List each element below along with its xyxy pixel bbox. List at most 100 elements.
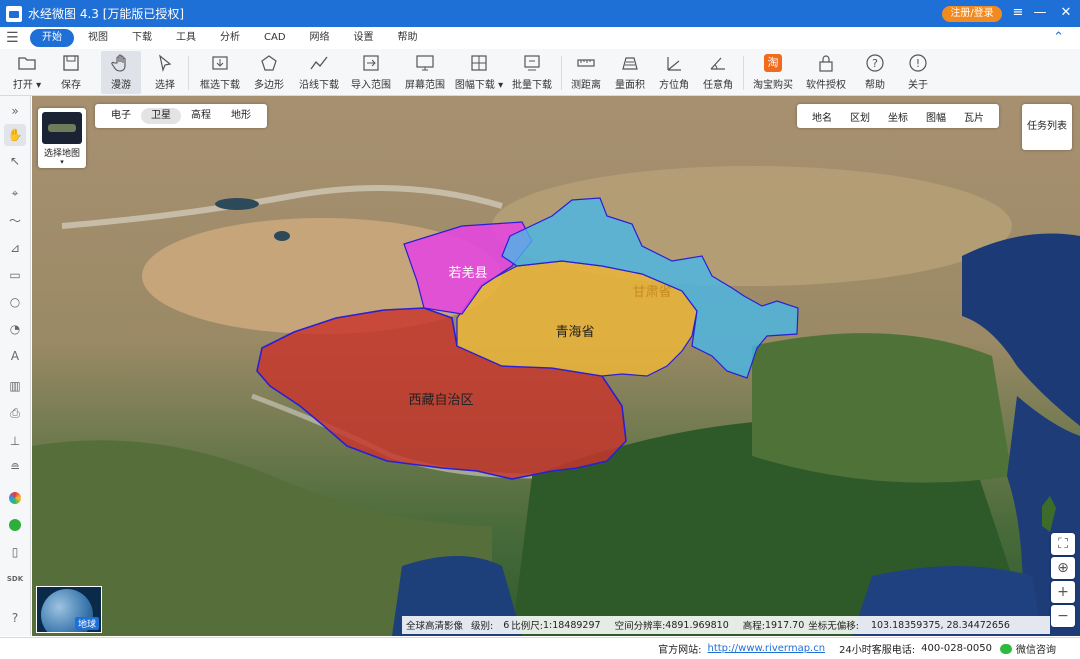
ribbon-toolbar: 打开 ▾ 保存 漫游 选择 框选下载 多边形 沿线下载 导入范围 屏幕范围 图幅…: [0, 49, 1080, 96]
batch-download-label: 批量下载: [512, 80, 552, 91]
polygon-download-button[interactable]: 多边形: [252, 51, 286, 94]
overlay-toggles: 地名 区划 坐标 图幅 瓦片: [797, 104, 999, 128]
layer-icon[interactable]: ≘: [4, 456, 26, 478]
elevation-label: 高程:: [742, 621, 765, 632]
screen-range-button[interactable]: 屏幕范围: [403, 51, 447, 94]
fullscreen-icon[interactable]: ⛶: [1051, 533, 1075, 555]
sector-icon[interactable]: ◔: [4, 318, 26, 340]
sheet-download-button[interactable]: 图幅下载 ▾: [455, 51, 503, 94]
login-button[interactable]: 注册/登录: [942, 6, 1002, 22]
menu-download[interactable]: 下载: [122, 29, 162, 47]
azimuth-button[interactable]: 方位角: [657, 51, 691, 94]
task-list-button[interactable]: 任务列表: [1022, 104, 1072, 150]
map-type-terrain[interactable]: 地形: [221, 108, 261, 124]
open-button[interactable]: 打开 ▾: [12, 51, 42, 94]
menu-view[interactable]: 视图: [78, 29, 118, 47]
coord-label: 坐标无偏移:: [808, 621, 859, 632]
map-type-electronic[interactable]: 电子: [101, 108, 141, 124]
basemap-thumbnail: [42, 112, 82, 144]
chevron-down-icon: ▾: [60, 158, 64, 166]
hamburger-menu-icon[interactable]: ☰: [6, 27, 30, 49]
menu-help[interactable]: 帮助: [388, 29, 428, 47]
overlay-coordinates[interactable]: 坐标: [879, 109, 917, 124]
about-button[interactable]: ! 关于: [903, 51, 933, 94]
line-download-label: 沿线下载: [299, 80, 339, 91]
map-type-switcher: 电子 卫星 高程 地形: [95, 104, 267, 128]
license-label: 软件授权: [806, 80, 846, 91]
box-download-button[interactable]: 框选下载: [198, 51, 242, 94]
imagery-source: 全球高清影像: [406, 621, 464, 632]
ruler-icon: [575, 53, 597, 73]
menu-network[interactable]: 网络: [300, 29, 340, 47]
color-icon[interactable]: [4, 487, 26, 509]
zoom-controls: ⛶ ⊕ + −: [1051, 533, 1075, 631]
map-type-satellite[interactable]: 卫星: [141, 108, 181, 124]
overlay-tiles[interactable]: 瓦片: [955, 109, 993, 124]
basemap-selector[interactable]: 选择地图 ▾: [38, 108, 86, 168]
text-icon[interactable]: A: [4, 345, 26, 367]
rectangle-icon[interactable]: ▭: [4, 264, 26, 286]
zoom-out-button[interactable]: −: [1051, 605, 1075, 627]
select-button[interactable]: 选择: [150, 51, 180, 94]
menu-tools[interactable]: 工具: [166, 29, 206, 47]
save-label: 保存: [61, 80, 81, 91]
hand-icon[interactable]: ✋: [4, 124, 26, 146]
help-icon[interactable]: ?: [4, 607, 26, 629]
minimize-button[interactable]: —: [1030, 4, 1050, 22]
phone-icon[interactable]: ▯: [4, 541, 26, 563]
menu-settings[interactable]: 设置: [344, 29, 384, 47]
angle-button[interactable]: 任意角: [701, 51, 735, 94]
save-icon: [60, 53, 82, 73]
measure-distance-label: 测距离: [571, 80, 601, 91]
taobao-buy-button[interactable]: 淘 淘宝购买: [751, 51, 795, 94]
pin-icon[interactable]: ⌖: [4, 182, 26, 204]
expand-icon[interactable]: »: [4, 100, 26, 122]
phone-label: 24小时客服电话:: [839, 645, 916, 656]
menu-home[interactable]: 开始: [30, 29, 74, 47]
close-button[interactable]: ✕: [1056, 4, 1076, 22]
printer-icon[interactable]: ⎙: [4, 402, 26, 424]
sheet-icon[interactable]: ⊥: [4, 430, 26, 452]
cursor-icon[interactable]: ↖: [4, 150, 26, 172]
globe-label: 地球: [74, 617, 99, 630]
map-type-elevation[interactable]: 高程: [181, 108, 221, 124]
measure-area-button[interactable]: 量面积: [614, 51, 646, 94]
region-label-xizang: 西藏自治区: [408, 392, 473, 407]
overlay-divisions[interactable]: 区划: [841, 109, 879, 124]
collapse-ribbon-icon[interactable]: ⌃: [1053, 30, 1064, 45]
circle-icon[interactable]: ○: [4, 291, 26, 313]
title-bar: 水经微图 4.3 [万能版已授权] 注册/登录 ≡ — □ ✕: [0, 0, 1080, 27]
import-range-button[interactable]: 导入范围: [349, 51, 393, 94]
overlay-sheets[interactable]: 图幅: [917, 109, 955, 124]
link-icon[interactable]: [4, 514, 26, 536]
box-download-label: 框选下载: [200, 80, 240, 91]
globe-view-toggle[interactable]: 地球: [36, 586, 102, 633]
zoom-in-button[interactable]: +: [1051, 581, 1075, 603]
screen-range-label: 屏幕范围: [405, 80, 445, 91]
about-label: 关于: [908, 80, 928, 91]
menu-cad[interactable]: CAD: [254, 29, 296, 47]
svg-text:?: ?: [872, 57, 878, 70]
overlay-place-names[interactable]: 地名: [803, 109, 841, 124]
map-view[interactable]: 若羌县 甘肃省 青海省 西藏自治区: [32, 96, 1080, 636]
sdk-icon[interactable]: SDK: [4, 568, 26, 590]
website-link[interactable]: http://www.rivermap.cn: [708, 643, 826, 654]
ruler-icon[interactable]: ▥: [4, 375, 26, 397]
help-button[interactable]: ? 帮助: [860, 51, 890, 94]
pan-button[interactable]: 漫游: [101, 51, 141, 94]
polyline-icon[interactable]: 〜: [4, 209, 26, 231]
menu-analysis[interactable]: 分析: [210, 29, 250, 47]
window-menu-icon[interactable]: ≡: [1008, 4, 1028, 22]
locate-icon[interactable]: ⊕: [1051, 557, 1075, 579]
help-label: 帮助: [865, 80, 885, 91]
save-button[interactable]: 保存: [56, 51, 86, 94]
scale-value: 1:18489297: [542, 619, 601, 631]
batch-download-button[interactable]: 批量下载: [511, 51, 553, 94]
license-button[interactable]: 软件授权: [804, 51, 848, 94]
taobao-icon: 淘: [762, 53, 784, 73]
measure-distance-button[interactable]: 测距离: [569, 51, 603, 94]
area-chart-icon[interactable]: ⊿: [4, 237, 26, 259]
sheet-download-label: 图幅下载 ▾: [454, 80, 504, 91]
line-download-button[interactable]: 沿线下载: [297, 51, 341, 94]
wechat-consult-button[interactable]: 微信咨询: [1000, 641, 1056, 656]
